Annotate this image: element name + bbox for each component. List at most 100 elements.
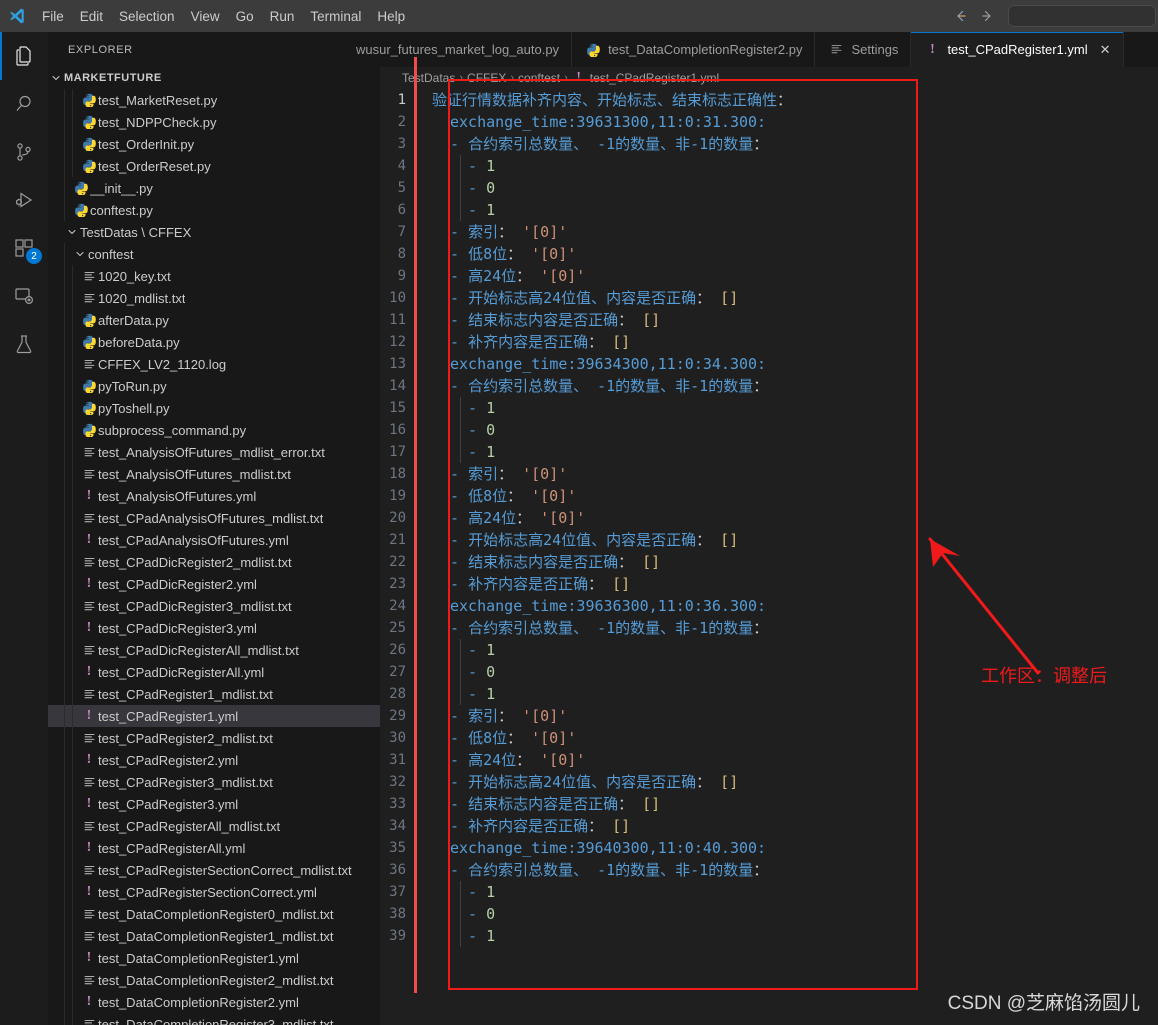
tree-root-marketfuture[interactable]: MARKETFUTURE: [48, 67, 380, 89]
arrow-right-icon[interactable]: [974, 0, 1000, 32]
indent-guide: [64, 661, 65, 683]
code-text: - 开始标志高24位值、内容是否正确： []: [450, 773, 739, 791]
line-number: 38: [389, 906, 406, 922]
annotation-label: 工作区：调整后: [981, 666, 1107, 686]
tree-folder[interactable]: conftest: [48, 243, 380, 265]
menu-go[interactable]: Go: [228, 0, 262, 32]
breadcrumb-item[interactable]: CFFEX: [467, 71, 506, 85]
tree-file[interactable]: ! test_AnalysisOfFutures.yml: [48, 485, 380, 507]
code-text: - 合约索引总数量、 -1的数量、非-1的数量：: [450, 619, 769, 637]
tree-file[interactable]: test_DataCompletionRegister0_mdlist.txt: [48, 903, 380, 925]
yaml-icon: !: [576, 70, 582, 85]
tree-file[interactable]: ! test_CPadRegister3.yml: [48, 793, 380, 815]
activity-explorer[interactable]: [0, 32, 48, 80]
arrow-left-icon[interactable]: [948, 0, 974, 32]
tree-file[interactable]: test_CPadDicRegister2_mdlist.txt: [48, 551, 380, 573]
tree-file[interactable]: conftest.py: [48, 199, 380, 221]
tree-file[interactable]: test_CPadRegister3_mdlist.txt: [48, 771, 380, 793]
code-line: 37 - 1: [380, 881, 1158, 903]
tree-file[interactable]: test_AnalysisOfFutures_mdlist.txt: [48, 463, 380, 485]
tree-file[interactable]: test_CPadAnalysisOfFutures_mdlist.txt: [48, 507, 380, 529]
line-number: 30: [389, 730, 406, 746]
menu-run[interactable]: Run: [262, 0, 303, 32]
tree-file[interactable]: test_CPadRegisterAll_mdlist.txt: [48, 815, 380, 837]
breadcrumb-item[interactable]: TestDatas: [402, 71, 455, 85]
code-line: 10 - 开始标志高24位值、内容是否正确： []: [380, 287, 1158, 309]
editor-tab[interactable]: ! test_CPadRegister1.yml ✕: [911, 32, 1124, 67]
tree-file[interactable]: 1020_mdlist.txt: [48, 287, 380, 309]
indent-guide: [72, 815, 73, 837]
activity-extensions[interactable]: 2: [0, 224, 48, 272]
indent-guide: [72, 309, 73, 331]
activity-testing[interactable]: [0, 320, 48, 368]
indent-guide: [72, 463, 73, 485]
tree-file[interactable]: test_DataCompletionRegister1_mdlist.txt: [48, 925, 380, 947]
tree-file[interactable]: ! test_CPadRegisterAll.yml: [48, 837, 380, 859]
breadcrumb-item[interactable]: conftest: [518, 71, 560, 85]
line-number: 5: [397, 180, 406, 196]
tree-file[interactable]: CFFEX_LV2_1120.log: [48, 353, 380, 375]
editor-tab[interactable]: wusur_futures_market_log_auto.py: [338, 32, 573, 67]
tree-file[interactable]: ! test_CPadRegister1.yml: [48, 705, 380, 727]
indent-guide: [72, 727, 73, 749]
tree-file[interactable]: ! test_CPadDicRegister2.yml: [48, 573, 380, 595]
tree-file[interactable]: beforeData.py: [48, 331, 380, 353]
tree-file[interactable]: test_DataCompletionRegister3_mdlist.txt: [48, 1013, 380, 1025]
tree-item-label: test_CPadDicRegister2.yml: [98, 576, 257, 592]
tree-file[interactable]: pyToRun.py: [48, 375, 380, 397]
menu-selection[interactable]: Selection: [111, 0, 183, 32]
tree-file[interactable]: test_DataCompletionRegister2_mdlist.txt: [48, 969, 380, 991]
menu-edit[interactable]: Edit: [72, 0, 111, 32]
tree-file[interactable]: ! test_CPadAnalysisOfFutures.yml: [48, 529, 380, 551]
tree-file[interactable]: subprocess_command.py: [48, 419, 380, 441]
tree-file[interactable]: ! test_CPadDicRegister3.yml: [48, 617, 380, 639]
tree-file[interactable]: test_NDPPCheck.py: [48, 111, 380, 133]
activity-remote-explorer[interactable]: [0, 272, 48, 320]
python-icon: [80, 159, 98, 173]
tree-file[interactable]: test_CPadRegisterSectionCorrect_mdlist.t…: [48, 859, 380, 881]
code-editor[interactable]: 1 验证行情数据补齐内容、开始标志、结束标志正确性： 2 exchange_time:…: [380, 89, 1158, 1025]
menu-help[interactable]: Help: [369, 0, 413, 32]
tree-file[interactable]: test_OrderReset.py: [48, 155, 380, 177]
command-center-input[interactable]: [1008, 5, 1156, 27]
code-text: - 1: [468, 443, 496, 461]
menu-view[interactable]: View: [183, 0, 228, 32]
code-text: - 合约索引总数量、 -1的数量、非-1的数量：: [450, 861, 769, 879]
line-number: 8: [397, 246, 406, 262]
tree-file[interactable]: ! test_DataCompletionRegister2.yml: [48, 991, 380, 1013]
tree-file[interactable]: test_MarketReset.py: [48, 89, 380, 111]
tree-file[interactable]: test_CPadDicRegisterAll_mdlist.txt: [48, 639, 380, 661]
tree-file[interactable]: test_OrderInit.py: [48, 133, 380, 155]
tree-file[interactable]: test_AnalysisOfFutures_mdlist_error.txt: [48, 441, 380, 463]
breadcrumb-item[interactable]: test_CPadRegister1.yml: [590, 71, 719, 85]
activity-source-control[interactable]: [0, 128, 48, 176]
indent-guide: [64, 991, 65, 1013]
menu-file[interactable]: File: [34, 0, 72, 32]
tree-file[interactable]: afterData.py: [48, 309, 380, 331]
yaml-icon: !: [86, 620, 92, 635]
indent-guide: [460, 199, 461, 221]
tree-file[interactable]: __init__.py: [48, 177, 380, 199]
tree-file[interactable]: test_CPadRegister1_mdlist.txt: [48, 683, 380, 705]
code-line: 26 - 1: [380, 639, 1158, 661]
tree-file[interactable]: ! test_DataCompletionRegister1.yml: [48, 947, 380, 969]
text-file-icon: [80, 292, 98, 305]
tree-folder[interactable]: TestDatas \ CFFEX: [48, 221, 380, 243]
code-text: - 开始标志高24位值、内容是否正确： []: [450, 531, 739, 549]
close-icon[interactable]: ✕: [1100, 42, 1111, 58]
tree-file[interactable]: ! test_CPadRegisterSectionCorrect.yml: [48, 881, 380, 903]
editor-tab[interactable]: Settings: [815, 32, 912, 67]
tree-file[interactable]: 1020_key.txt: [48, 265, 380, 287]
editor-tab[interactable]: test_DataCompletionRegister2.py: [572, 32, 816, 67]
tree-file[interactable]: pyToshell.py: [48, 397, 380, 419]
activity-run-debug[interactable]: [0, 176, 48, 224]
code-line: 7 - 索引： '[0]': [380, 221, 1158, 243]
tree-file[interactable]: test_CPadRegister2_mdlist.txt: [48, 727, 380, 749]
tree-file[interactable]: ! test_CPadDicRegisterAll.yml: [48, 661, 380, 683]
tree-item-label: test_CPadDicRegisterAll_mdlist.txt: [98, 642, 299, 658]
tree-file[interactable]: ! test_CPadRegister2.yml: [48, 749, 380, 771]
tree-file[interactable]: test_CPadDicRegister3_mdlist.txt: [48, 595, 380, 617]
indent-guide: [64, 287, 65, 309]
activity-search[interactable]: [0, 80, 48, 128]
menu-terminal[interactable]: Terminal: [302, 0, 369, 32]
